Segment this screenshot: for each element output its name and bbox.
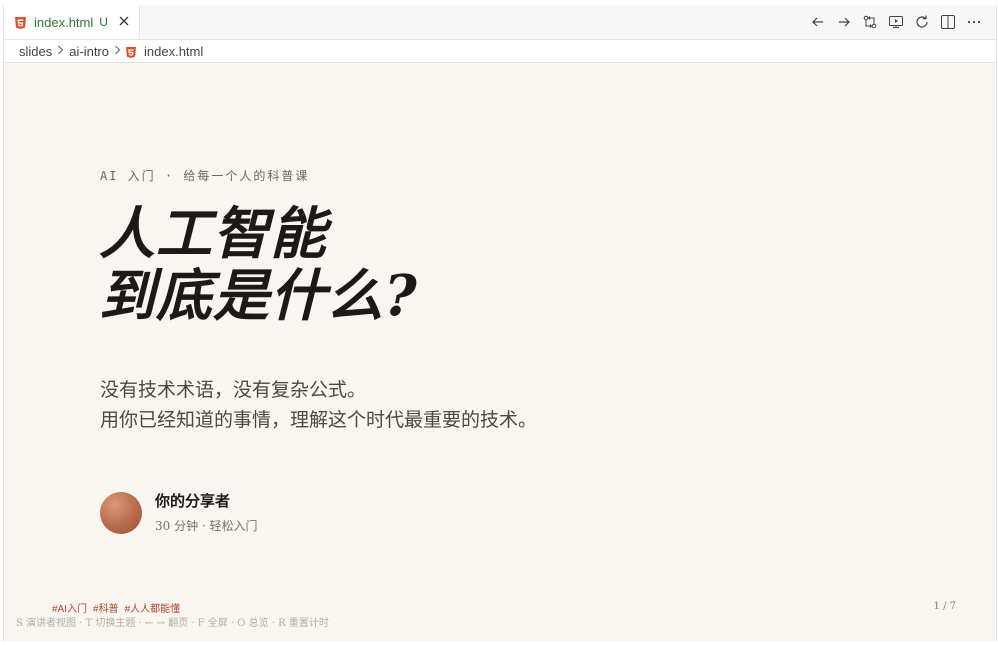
author-name: 你的分享者 <box>155 492 231 510</box>
breadcrumb-file-label: index.html <box>144 43 204 59</box>
tag: #AI入门 <box>52 604 88 615</box>
author-text: 你的分享者 30 分钟 · 轻松入门 <box>155 491 258 534</box>
tag: #科普 <box>93 604 119 615</box>
breadcrumb-item-ai-intro[interactable]: ai-intro <box>69 44 109 59</box>
slide-subtitle: 没有技术术语，没有复杂公式。 用你已经知道的事情，理解这个时代最重要的技术。 <box>100 375 537 435</box>
tag-list: #AI入门 #科普 #人人都能懂 <box>52 600 180 615</box>
tag: #人人都能懂 <box>124 604 181 615</box>
slide-title-line-1: 人工智能 <box>99 201 327 267</box>
editor-toolbar <box>810 5 982 39</box>
slide-preview[interactable]: AI 入门 · 给每一个人的科普课 人工智能 到底是什么? 没有技术术语，没有复… <box>4 63 996 641</box>
breadcrumb-item-index-html[interactable]: index.html <box>126 44 203 59</box>
arrow-left-icon[interactable] <box>810 14 826 30</box>
chevron-right-icon <box>57 45 64 58</box>
preview-icon[interactable] <box>888 14 904 30</box>
slide-title: 人工智能 到底是什么? <box>99 203 418 327</box>
html-file-icon <box>126 46 136 58</box>
refresh-icon[interactable] <box>914 14 930 30</box>
keyboard-hint: S 演讲者视图 · T 切换主题 · ← → 翻页 · F 全屏 · O 总览 … <box>16 618 329 629</box>
close-icon[interactable] <box>117 14 131 28</box>
chevron-right-icon <box>114 45 121 58</box>
editor-window: index.html U slides ai-intro index.html … <box>3 5 997 641</box>
author-block: 你的分享者 30 分钟 · 轻松入门 <box>100 491 258 534</box>
slide-title-line-2: 到底是什么? <box>99 263 418 329</box>
page-counter: 1 / 7 <box>933 601 956 612</box>
slide-subtitle-line-1: 没有技术术语，没有复杂公式。 <box>100 379 367 401</box>
breadcrumb-item-slides[interactable]: slides <box>19 44 52 59</box>
compare-changes-icon[interactable] <box>862 14 878 30</box>
avatar <box>100 491 142 534</box>
tab-bar: index.html U <box>4 5 996 40</box>
html-file-icon <box>15 16 26 29</box>
tab-untracked-badge: U <box>99 15 108 29</box>
breadcrumb: slides ai-intro index.html <box>4 40 996 63</box>
slide-subtitle-line-2: 用你已经知道的事情，理解这个时代最重要的技术。 <box>100 409 538 431</box>
tab-label: index.html <box>34 14 94 30</box>
arrow-right-icon[interactable] <box>836 14 852 30</box>
more-icon[interactable] <box>966 14 982 30</box>
tab-index-html[interactable]: index.html U <box>4 5 140 39</box>
split-editor-icon[interactable] <box>940 14 956 30</box>
slide-eyebrow: AI 入门 · 给每一个人的科普课 <box>100 169 310 183</box>
author-meta: 30 分钟 · 轻松入门 <box>155 519 258 533</box>
